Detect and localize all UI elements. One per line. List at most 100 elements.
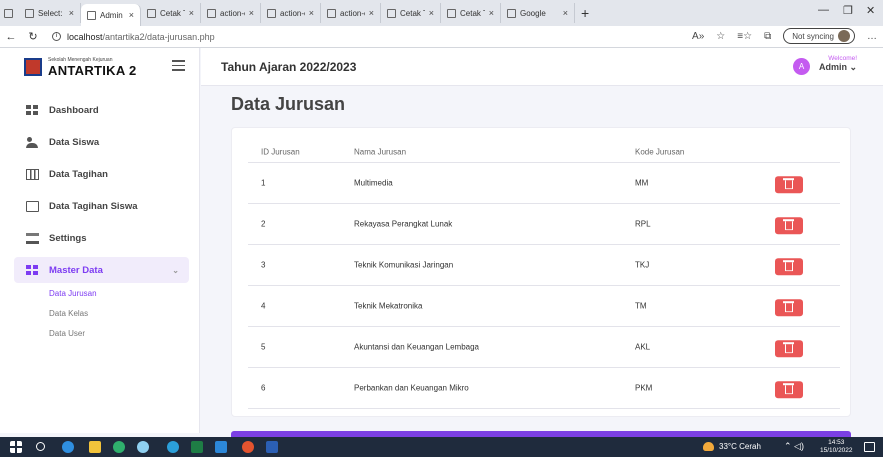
close-tab-icon[interactable]: × <box>563 8 568 18</box>
cell-kode: AKL <box>635 342 651 352</box>
sidebar: Sekolah Menengah Kejuruan ANTARTIKA 2 Da… <box>0 48 200 433</box>
sidebar-item-data-tagihan-siswa[interactable]: Data Tagihan Siswa <box>0 190 199 222</box>
close-tab-icon[interactable]: × <box>309 8 314 18</box>
top-header: Tahun Ajaran 2022/2023 A Welcome! Admin … <box>201 48 883 86</box>
windows-taskbar: 33°C Cerah ⌃ ◁) 14:53 15/10/2022 <box>0 437 883 457</box>
chat-app-icon[interactable] <box>113 441 125 453</box>
site-info-icon[interactable]: i <box>52 32 61 41</box>
submenu-item-data-kelas[interactable]: Data Kelas <box>49 303 199 323</box>
close-tab-icon[interactable]: × <box>189 8 194 18</box>
weather-text[interactable]: 33°C Cerah <box>719 442 761 451</box>
cell-kode: MM <box>635 178 649 188</box>
sidebar-item-settings[interactable]: Settings <box>0 222 199 254</box>
favorites-icon[interactable]: ≡☆ <box>737 31 752 42</box>
restore-icon[interactable]: ❐ <box>843 4 853 17</box>
sidebar-item-data-siswa[interactable]: Data Siswa <box>0 126 199 158</box>
minimize-icon[interactable]: — <box>818 4 829 16</box>
page-icon <box>447 8 456 18</box>
browser-tab-label: Cetak Tag <box>460 8 485 18</box>
sidebar-item-label: Dashboard <box>49 104 99 116</box>
notification-icon[interactable] <box>864 442 875 452</box>
close-tab-icon[interactable]: × <box>249 8 254 18</box>
weather-icon <box>703 442 714 451</box>
cell-id: 1 <box>261 178 266 188</box>
table-row: 4 Teknik Mekatronika TM <box>248 286 840 327</box>
dashboard-icon <box>26 104 39 116</box>
chrome-icon[interactable] <box>242 441 254 453</box>
browser-tab[interactable]: Cetak Tag × <box>381 3 441 23</box>
app-icon[interactable] <box>167 441 179 453</box>
sidebar-item-data-tagihan[interactable]: Data Tagihan <box>0 158 199 190</box>
user-avatar[interactable]: A <box>793 58 810 75</box>
delete-button[interactable] <box>775 299 803 317</box>
sidebar-item-dashboard[interactable]: Dashboard <box>0 94 199 126</box>
sync-button[interactable]: Not syncing <box>783 28 855 44</box>
browser-tab[interactable]: Select: da × <box>19 3 81 23</box>
delete-button[interactable] <box>775 176 803 194</box>
delete-button[interactable] <box>775 381 803 399</box>
delete-button[interactable] <box>775 258 803 276</box>
sidebar-item-label: Master Data <box>49 264 103 276</box>
windows-start-icon[interactable] <box>10 441 22 453</box>
browser-tab-label: Google <box>520 8 546 18</box>
close-tab-icon[interactable]: × <box>69 8 74 18</box>
favorite-star-icon[interactable]: ☆ <box>716 31 725 42</box>
vscode-icon[interactable] <box>215 441 227 453</box>
browser-tab-strip: Select: da × Admin Pa × Cetak Tag × action-ex ×… <box>0 0 883 26</box>
new-tab-button[interactable]: + <box>581 5 589 21</box>
submenu-item-data-jurusan[interactable]: Data Jurusan <box>49 283 199 303</box>
close-tab-icon[interactable]: × <box>369 8 374 18</box>
layers-icon <box>26 232 39 244</box>
edge-browser-icon[interactable] <box>62 441 74 453</box>
user-menu[interactable]: Welcome! Admin ⌄ <box>819 55 857 73</box>
close-tab-icon[interactable]: × <box>489 8 494 18</box>
tool-app-icon[interactable] <box>137 441 149 453</box>
welcome-label: Welcome! <box>828 55 858 62</box>
taskbar-search-icon[interactable] <box>36 442 45 451</box>
browser-tab[interactable]: action-ex × <box>201 3 261 23</box>
word-icon[interactable] <box>266 441 278 453</box>
browser-tab[interactable]: Cetak Tag × <box>441 3 501 23</box>
delete-button[interactable] <box>775 340 803 358</box>
excel-icon[interactable] <box>191 441 203 453</box>
document-icon <box>26 200 39 212</box>
refresh-icon[interactable]: ↻ <box>22 30 44 43</box>
browser-tab-label: action-ex <box>220 8 245 18</box>
brand[interactable]: Sekolah Menengah Kejuruan ANTARTIKA 2 <box>0 48 199 86</box>
browser-tab[interactable]: Google × <box>501 3 575 23</box>
browser-tab[interactable]: action-ex × <box>261 3 321 23</box>
browser-tab[interactable]: Admin Pa × <box>81 4 141 26</box>
cell-id: 3 <box>261 260 266 270</box>
address-bar: ← ↻ i localhost/antartika2/data-jurusan.… <box>0 26 883 48</box>
cell-nama: Multimedia <box>354 178 393 188</box>
cell-nama: Rekayasa Perangkat Lunak <box>354 219 453 229</box>
file-explorer-icon[interactable] <box>89 441 101 453</box>
table-row: 2 Rekayasa Perangkat Lunak RPL <box>248 204 840 245</box>
close-tab-icon[interactable]: × <box>129 10 134 20</box>
delete-button[interactable] <box>775 217 803 235</box>
more-menu-icon[interactable]: … <box>867 31 877 42</box>
brand-name: ANTARTIKA 2 <box>48 62 137 78</box>
system-tray-icons[interactable]: ⌃ ◁) <box>784 441 804 452</box>
sync-label: Not syncing <box>792 31 834 41</box>
hamburger-menu-icon[interactable] <box>172 60 185 74</box>
trash-icon <box>783 383 794 395</box>
close-window-icon[interactable]: ✕ <box>866 4 875 17</box>
sidebar-item-master-data[interactable]: Master Data ⌄ <box>14 257 189 283</box>
read-aloud-icon[interactable]: A» <box>692 31 704 42</box>
master-data-icon <box>26 264 39 276</box>
system-clock[interactable]: 14:53 15/10/2022 <box>820 439 853 455</box>
back-icon[interactable]: ← <box>0 31 22 43</box>
collections-icon[interactable]: ⧉ <box>764 31 771 42</box>
browser-tab-label: Cetak Tag <box>160 8 185 18</box>
submenu-item-data-user[interactable]: Data User <box>49 323 199 343</box>
browser-tab[interactable]: action-ex × <box>321 3 381 23</box>
url-field[interactable]: i localhost/antartika2/data-jurusan.php <box>52 32 215 42</box>
master-data-submenu: Data Jurusan Data Kelas Data User <box>0 283 199 343</box>
close-tab-icon[interactable]: × <box>429 8 434 18</box>
tab-actions-icon[interactable] <box>4 8 13 18</box>
table-row: 5 Akuntansi dan Keuangan Lembaga AKL <box>248 327 840 368</box>
academic-year-title: Tahun Ajaran 2022/2023 <box>221 60 357 74</box>
browser-tab[interactable]: Cetak Tag × <box>141 3 201 23</box>
cell-id: 4 <box>261 301 266 311</box>
